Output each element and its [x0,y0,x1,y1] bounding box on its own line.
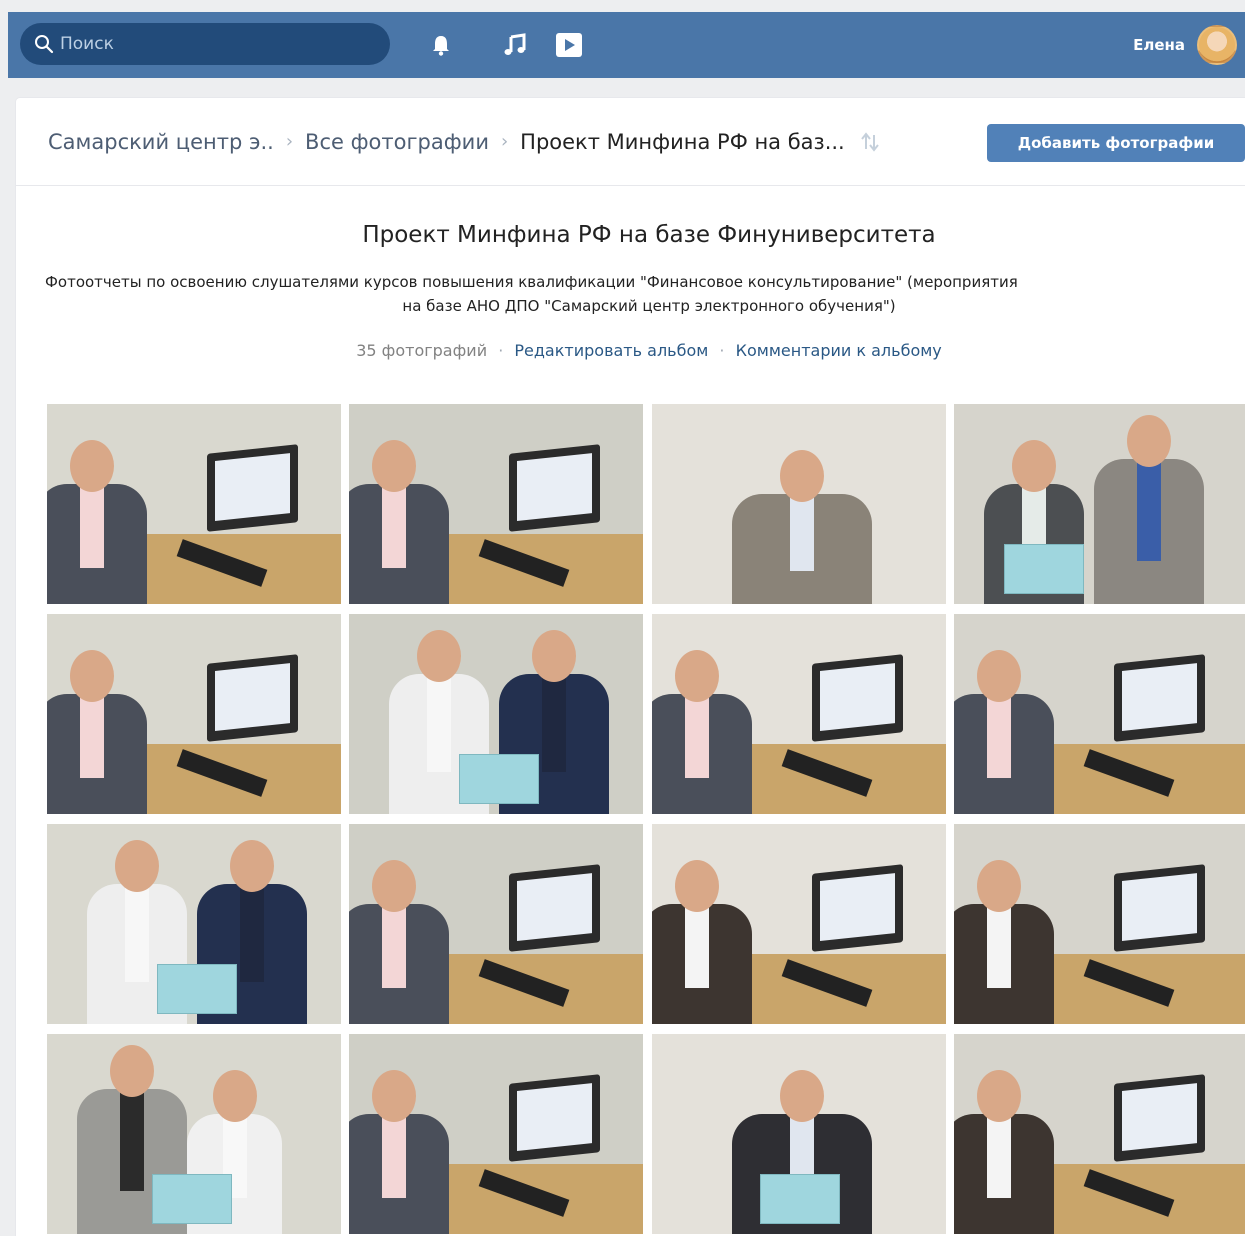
monitor-screen [516,1082,593,1151]
monitor-screen [819,872,896,941]
person-shirt [427,674,451,772]
breadcrumb-group[interactable]: Самарский центр э.. [48,130,274,154]
chevron-right-icon: › [500,131,509,152]
monitor-screen [214,662,291,731]
person-shirt [382,1114,406,1198]
search-input[interactable] [60,34,360,54]
person-shirt [382,484,406,568]
photo-thumbnail[interactable] [47,1034,341,1234]
user-name: Елена [1133,36,1185,54]
bell-icon[interactable] [426,30,456,60]
photo-thumbnail[interactable] [652,1034,946,1234]
chevron-right-icon: › [285,131,294,152]
monitor-screen [1121,1082,1198,1151]
photo-thumbnail[interactable] [652,824,946,1024]
certificate [760,1174,840,1224]
certificate [152,1174,232,1224]
person-head [1127,415,1171,467]
person-head [977,1070,1021,1122]
album-description: Фотоотчеты по освоению слушателями курсо… [16,270,1245,318]
photo-thumbnail[interactable] [349,404,643,604]
photo-thumbnail[interactable] [954,824,1245,1024]
photo-thumbnail[interactable] [954,404,1245,604]
monitor-screen [819,662,896,731]
photo-thumbnail[interactable] [47,614,341,814]
person-head [70,440,114,492]
photo-thumbnail[interactable] [349,824,643,1024]
person-shirt [790,494,814,571]
search-icon [35,35,54,54]
person-head [675,650,719,702]
person-head [230,840,274,892]
person-head [532,630,576,682]
person-head [372,1070,416,1122]
album-meta: 35 фотографий · Редактировать альбом · К… [356,341,942,360]
person-head [115,840,159,892]
person-shirt [120,1089,144,1191]
user-menu[interactable]: Елена [1133,23,1237,67]
person-shirt [382,904,406,988]
certificate [1004,544,1084,594]
person-head [977,650,1021,702]
person-shirt [987,904,1011,988]
album-description-line1: Фотоотчеты по освоению слушателями курсо… [45,273,1018,291]
person-head [780,1070,824,1122]
person-shirt [80,484,104,568]
photo-thumbnail[interactable] [47,824,341,1024]
monitor-screen [516,872,593,941]
person-head [372,860,416,912]
photo-thumbnail[interactable] [954,614,1245,814]
certificate [459,754,539,804]
album-comments-link[interactable]: Комментарии к альбому [736,341,942,360]
photo-thumbnail[interactable] [47,404,341,604]
album-card: Самарский центр э.. › Все фотографии › П… [16,98,1245,1236]
person-head [212,1070,257,1122]
person-shirt [542,674,566,772]
person-head [780,450,824,502]
photo-thumbnail[interactable] [652,404,946,604]
monitor-screen [214,452,291,521]
person-shirt [685,904,709,988]
photo-grid [47,404,1245,1236]
photo-thumbnail[interactable] [349,1034,643,1234]
sort-icon[interactable] [859,131,881,153]
video-icon[interactable] [554,30,584,60]
person-shirt [1137,459,1161,561]
album-title: Проект Минфина РФ на базе Финуниверситет… [362,222,936,248]
photo-thumbnail[interactable] [349,614,643,814]
person-shirt [240,884,264,982]
search-box[interactable] [20,23,390,65]
breadcrumb: Самарский центр э.. › Все фотографии › П… [16,98,1245,186]
person-shirt [80,694,104,778]
music-icon[interactable] [500,30,530,60]
person-shirt [987,694,1011,778]
certificate [157,964,237,1014]
person-shirt [685,694,709,778]
person-head [1012,440,1056,492]
person-head [977,860,1021,912]
person-shirt [125,884,149,982]
person-shirt [987,1114,1011,1198]
person-head [372,440,416,492]
monitor-screen [1121,662,1198,731]
photo-thumbnail[interactable] [652,614,946,814]
top-navigation-bar: Елена [8,12,1245,78]
add-photos-button[interactable]: Добавить фотографии [987,124,1245,162]
breadcrumb-current-album: Проект Минфина РФ на баз... [520,129,845,154]
person-head [70,650,114,702]
person-head [417,630,461,682]
person-head [675,860,719,912]
photo-count: 35 фотографий [356,341,488,360]
breadcrumb-all-photos[interactable]: Все фотографии [305,130,489,154]
avatar [1197,25,1237,65]
monitor-screen [516,452,593,521]
album-description-line2: на базе АНО ДПО "Самарский центр электро… [402,297,896,315]
person-head [110,1045,154,1097]
photo-thumbnail[interactable] [954,1034,1245,1234]
edit-album-link[interactable]: Редактировать альбом [514,341,708,360]
monitor-screen [1121,872,1198,941]
